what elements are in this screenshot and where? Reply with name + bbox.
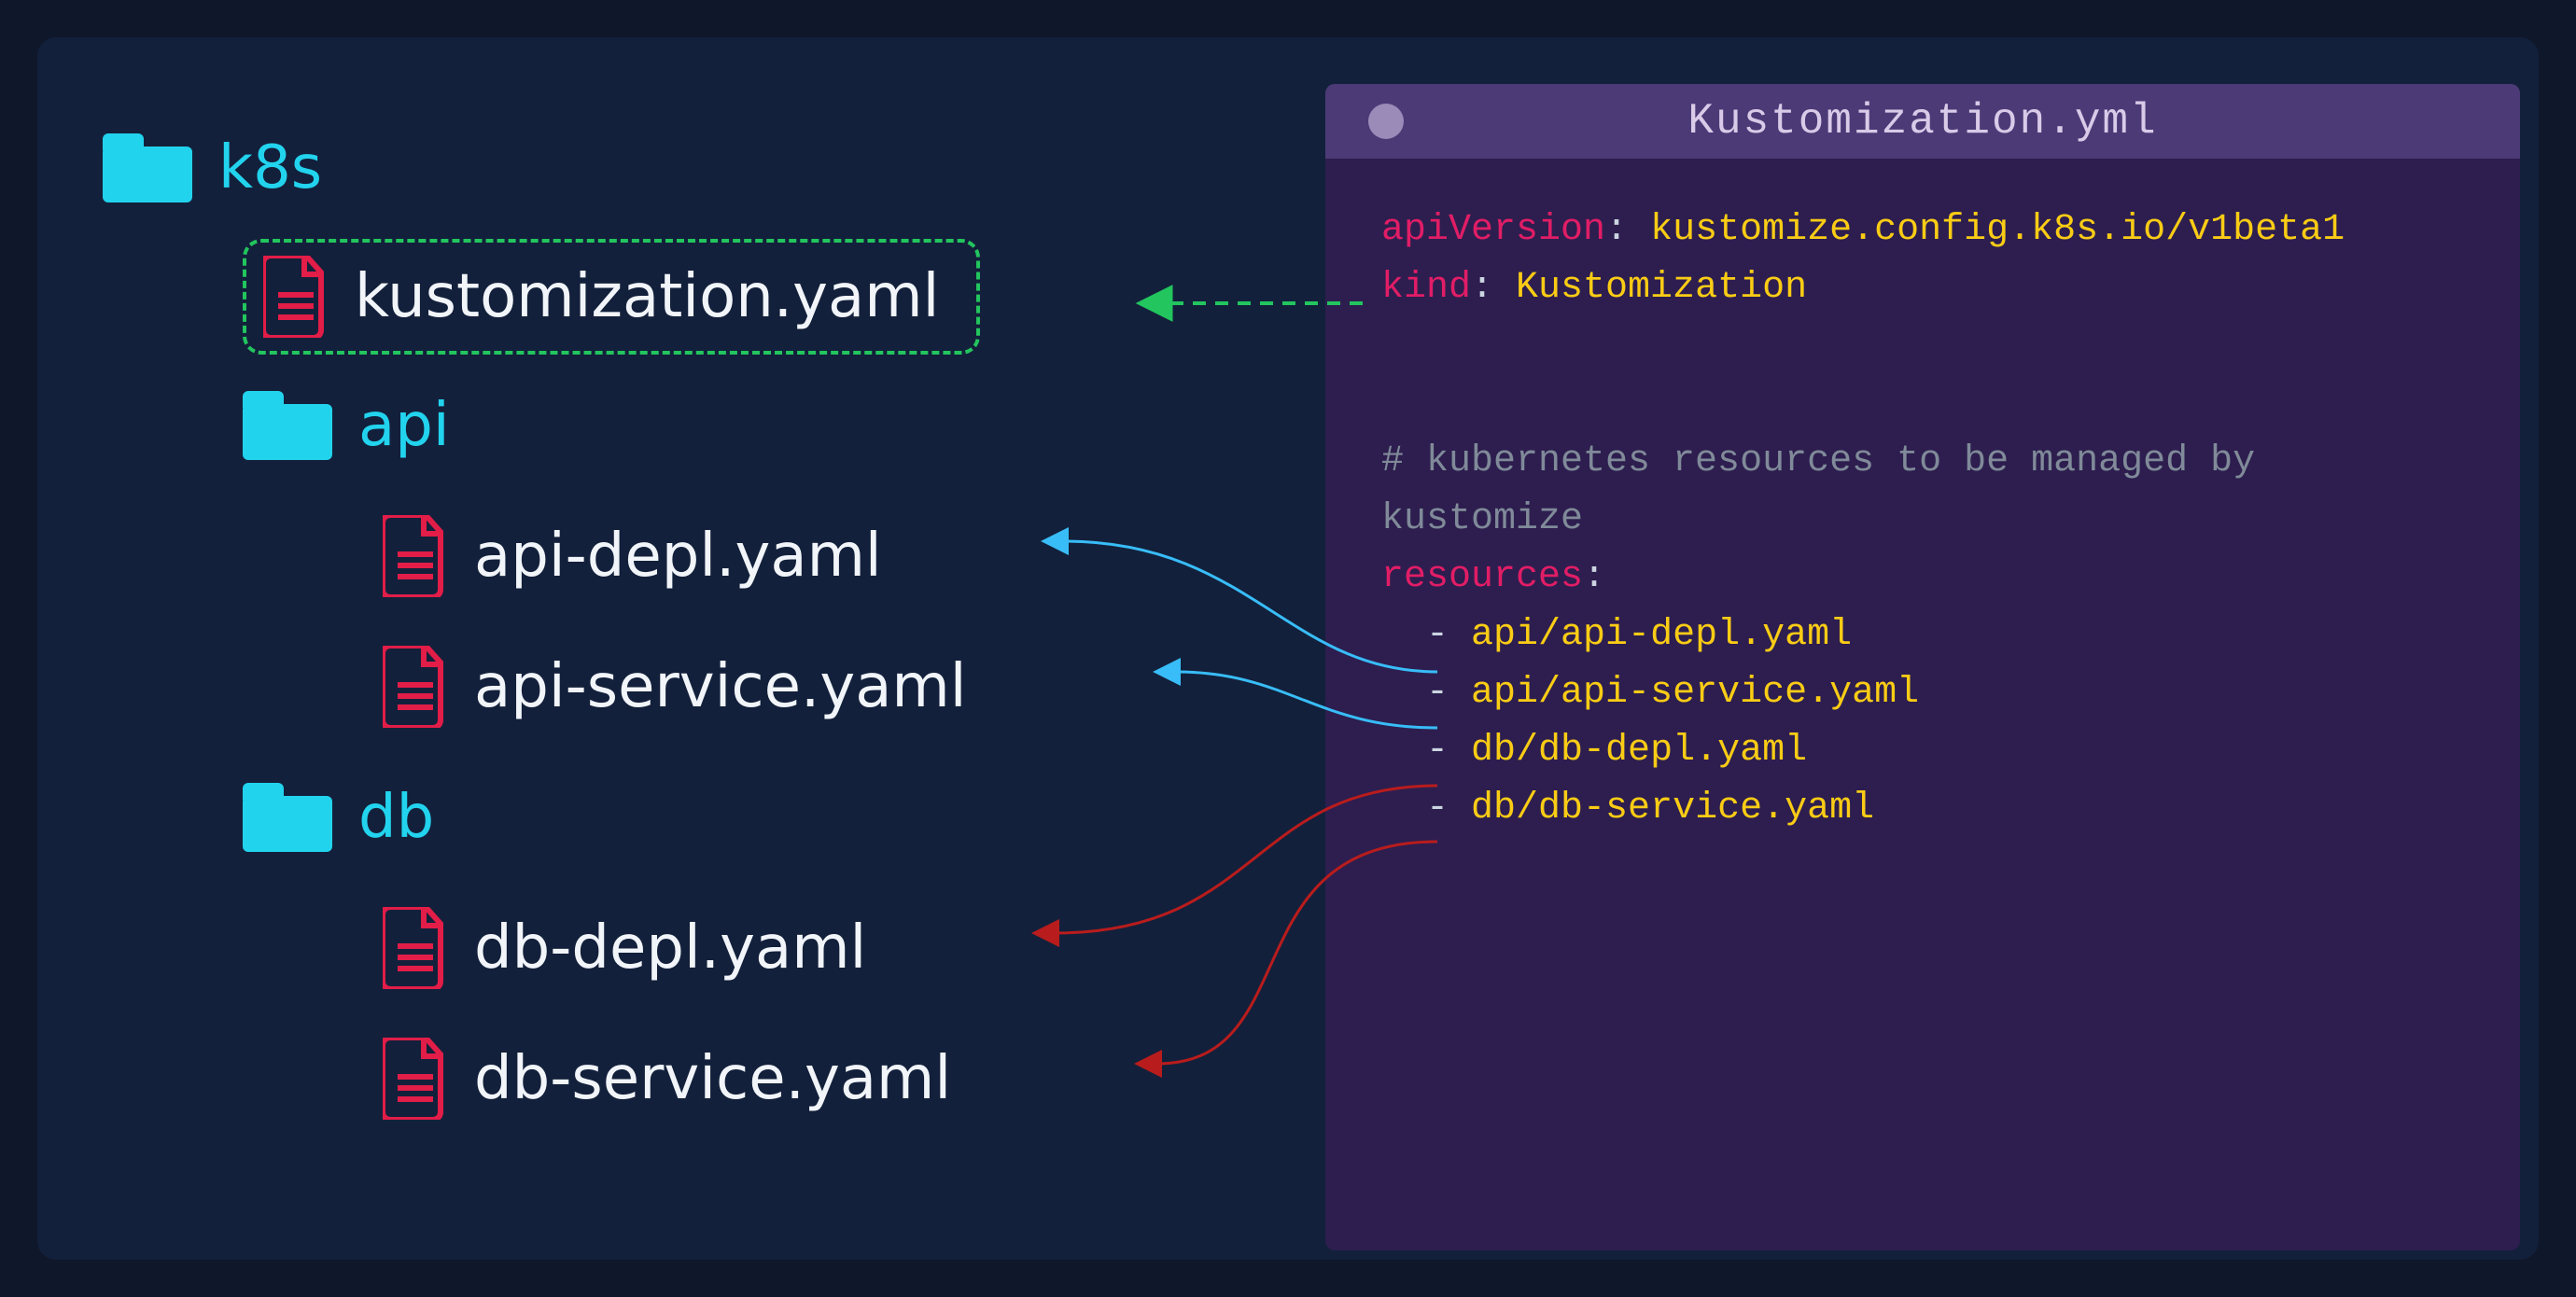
- file-row-api-depl: api-depl.yaml: [103, 491, 980, 621]
- highlight-box: kustomization.yaml: [243, 239, 980, 355]
- file-label: kustomization.yaml: [355, 267, 939, 327]
- folder-icon: [243, 391, 332, 460]
- folder-label-root: k8s: [218, 138, 322, 198]
- file-icon: [383, 646, 448, 728]
- folder-label: api: [358, 396, 450, 455]
- yaml-list-item: api/api-depl.yaml: [1471, 614, 1852, 656]
- file-icon: [383, 907, 448, 989]
- folder-row-api: api: [103, 360, 980, 491]
- yaml-value: Kustomization: [1516, 267, 1807, 309]
- file-row-db-depl: db-depl.yaml: [103, 883, 980, 1013]
- yaml-list-item: db/db-depl.yaml: [1471, 730, 1807, 772]
- folder-icon: [243, 783, 332, 852]
- folder-icon: [103, 133, 192, 202]
- code-pane: Kustomization.yml apiVersion: kustomize.…: [1325, 84, 2520, 1250]
- file-row-api-service: api-service.yaml: [103, 621, 980, 752]
- yaml-value: kustomize.config.k8s.io/v1beta1: [1650, 209, 2345, 251]
- diagram-panel: k8s kustomization.yaml api api-depl.yaml…: [37, 37, 2539, 1260]
- yaml-key: resources: [1381, 556, 1583, 598]
- yaml-list-item: db/db-service.yaml: [1471, 788, 1874, 830]
- folder-label: db: [358, 788, 434, 847]
- file-row-kustomization: kustomization.yaml: [103, 233, 980, 360]
- yaml-key: apiVersion: [1381, 209, 1605, 251]
- file-icon: [263, 256, 329, 338]
- code-title: Kustomization.yml: [1325, 97, 2520, 146]
- file-tree: k8s kustomization.yaml api api-depl.yaml…: [103, 103, 980, 1144]
- file-row-db-service: db-service.yaml: [103, 1013, 980, 1144]
- folder-row-root: k8s: [103, 103, 980, 233]
- code-body: apiVersion: kustomize.config.k8s.io/v1be…: [1325, 159, 2520, 881]
- yaml-list-item: api/api-service.yaml: [1471, 672, 1919, 714]
- file-label: api-service.yaml: [474, 657, 967, 717]
- folder-row-db: db: [103, 752, 980, 883]
- code-titlebar: Kustomization.yml: [1325, 84, 2520, 159]
- file-label: api-depl.yaml: [474, 526, 882, 586]
- file-icon: [383, 515, 448, 597]
- yaml-key: kind: [1381, 267, 1471, 309]
- yaml-comment: # kubernetes resources to be managed by …: [1381, 440, 2277, 540]
- file-label: db-service.yaml: [474, 1049, 951, 1109]
- file-icon: [383, 1038, 448, 1120]
- file-label: db-depl.yaml: [474, 918, 866, 978]
